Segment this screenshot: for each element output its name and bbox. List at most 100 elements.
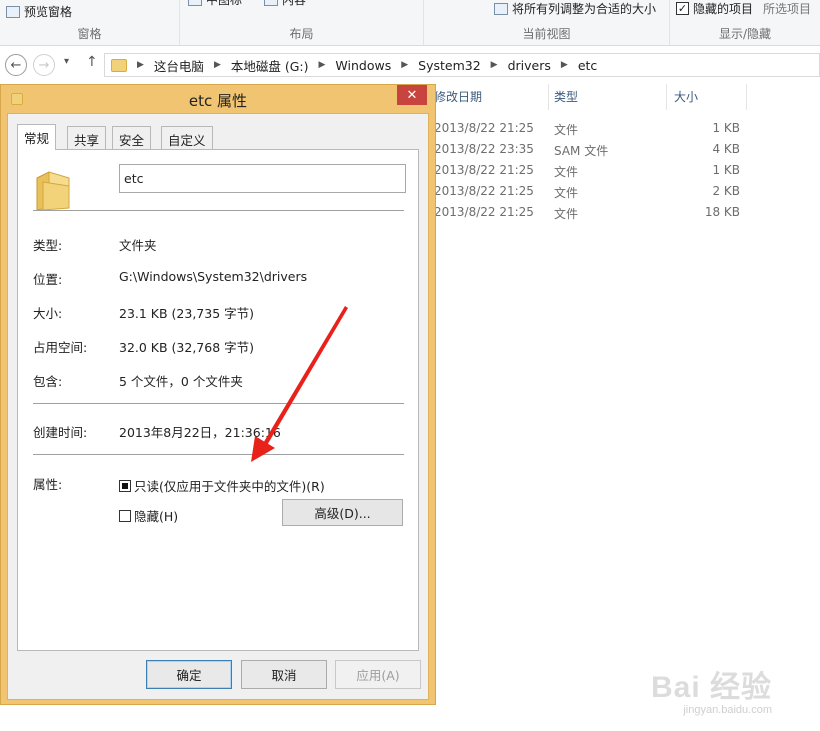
file-size: 1 KB (712, 163, 740, 177)
file-row[interactable]: 2013/8/22 23:35 SAM 文件 4 KB (434, 142, 754, 160)
file-row[interactable]: 2013/8/22 21:25 文件 18 KB (434, 205, 754, 223)
file-type: 文件 (554, 123, 579, 137)
breadcrumb-windows[interactable]: Windows (335, 58, 391, 73)
back-button[interactable]: ← (5, 54, 27, 76)
chevron-right-icon: ▶ (137, 60, 144, 70)
breadcrumb-etc[interactable]: etc (578, 58, 597, 73)
baidu-watermark: Bai 经验 jingyan.baidu.com (651, 662, 772, 716)
created-value: 2013年8月22日，21:36:16 (119, 425, 281, 440)
layout-content-button[interactable]: 内容 (264, 0, 306, 8)
size-columns-icon (494, 2, 508, 15)
file-type: 文件 (554, 186, 579, 200)
content-view-icon (264, 0, 278, 6)
tab-sharing[interactable]: 共享 (67, 126, 107, 149)
close-button[interactable]: ✕ (397, 85, 427, 105)
folder-icon (111, 58, 127, 72)
chevron-right-icon: ▶ (560, 60, 568, 70)
up-button[interactable]: ↑ (86, 54, 98, 70)
breadcrumb-local-disk[interactable]: 本地磁盘 (G:) (231, 56, 309, 75)
column-header-type[interactable]: 类型 (554, 88, 578, 110)
disk-size-value: 32.0 KB (32,768 字节) (119, 340, 255, 355)
file-modified: 2013/8/22 21:25 (434, 121, 534, 135)
created-label: 创建时间: (33, 425, 88, 440)
column-divider[interactable] (666, 84, 667, 110)
ribbon: 预览窗格 窗格 中图标 内容 布局 将所有列调整为合适的大小 当前视图 ✓ 隐藏… (0, 0, 820, 46)
chevron-right-icon: ▶ (401, 60, 409, 70)
tab-general[interactable]: 常规 (17, 124, 57, 150)
apply-button[interactable]: 应用(A) (335, 660, 421, 689)
attributes-label: 属性: (33, 477, 63, 492)
address-row: ← → ▾ ↑ ▶ 这台电脑 ▶ 本地磁盘 (G:) ▶ Windows ▶ S… (0, 50, 820, 80)
column-divider[interactable] (746, 84, 747, 110)
breadcrumb-this-pc[interactable]: 这台电脑 (154, 56, 204, 75)
breadcrumb-system32[interactable]: System32 (418, 58, 481, 73)
folder-icon (36, 171, 70, 211)
watermark-logo: Bai 经验 (650, 671, 772, 704)
file-modified: 2013/8/22 23:35 (434, 142, 534, 156)
disk-size-label: 占用空间: (33, 340, 88, 355)
file-modified: 2013/8/22 21:25 (434, 184, 534, 198)
arrow-up-icon: ↑ (86, 54, 98, 70)
size-label: 大小: (33, 306, 63, 321)
column-header-size[interactable]: 大小 (674, 88, 698, 110)
contains-label: 包含: (33, 374, 63, 389)
readonly-label: 只读(仅应用于文件夹中的文件)(R) (134, 479, 325, 494)
arrow-right-icon: → (38, 57, 50, 73)
column-divider[interactable] (548, 84, 549, 110)
layout-medium-icons-button[interactable]: 中图标 (188, 0, 242, 8)
recent-locations-button[interactable]: ▾ (64, 56, 69, 67)
contains-value: 5 个文件，0 个文件夹 (119, 374, 243, 389)
preview-pane-button[interactable]: 预览窗格 (6, 3, 72, 20)
file-row[interactable]: 2013/8/22 21:25 文件 1 KB (434, 163, 754, 181)
folder-name-input[interactable]: etc (119, 164, 406, 193)
medium-icons-icon (188, 0, 202, 6)
ribbon-group-label: 布局 (289, 27, 314, 41)
file-modified: 2013/8/22 21:25 (434, 205, 534, 219)
advanced-button[interactable]: 高级(D)... (282, 499, 403, 526)
checkbox-checked-icon: ✓ (676, 2, 689, 15)
tab-customize[interactable]: 自定义 (161, 126, 213, 149)
dialog-body: 常规 共享 安全 自定义 etc 类型: 文件夹 位置: G:\Windows\… (7, 113, 429, 700)
dialog-titlebar[interactable]: etc 属性 ✕ (1, 85, 435, 113)
dialog-title: etc 属性 (188, 92, 248, 110)
breadcrumb-drivers[interactable]: drivers (508, 58, 551, 73)
divider (33, 403, 404, 404)
properties-dialog: etc 属性 ✕ 常规 共享 安全 自定义 etc 类型: 文件夹 位置: G:… (0, 84, 436, 705)
location-label: 位置: (33, 272, 63, 287)
divider (33, 210, 404, 211)
file-type: SAM 文件 (554, 144, 609, 158)
hidden-items-checkbox[interactable]: ✓ 隐藏的项目 所选项目 (676, 0, 811, 17)
hidden-checkbox[interactable]: 隐藏(H) (119, 506, 178, 525)
file-type: 文件 (554, 207, 579, 221)
readonly-checkbox[interactable]: 只读(仅应用于文件夹中的文件)(R) (119, 476, 325, 495)
file-size: 4 KB (712, 142, 740, 156)
file-size: 1 KB (712, 121, 740, 135)
file-size: 18 KB (704, 205, 740, 219)
chevron-right-icon: ▶ (213, 60, 221, 70)
hidden-label: 隐藏(H) (134, 509, 179, 524)
preview-pane-icon (6, 5, 20, 18)
file-row[interactable]: 2013/8/22 21:25 文件 2 KB (434, 184, 754, 202)
forward-button[interactable]: → (33, 54, 55, 76)
arrow-left-icon: ← (10, 57, 22, 73)
divider (33, 454, 404, 455)
ok-button[interactable]: 确定 (146, 660, 232, 689)
tab-security[interactable]: 安全 (112, 126, 152, 149)
file-row[interactable]: 2013/8/22 21:25 文件 1 KB (434, 121, 754, 139)
file-modified: 2013/8/22 21:25 (434, 163, 534, 177)
ribbon-group-layout: 中图标 内容 布局 (180, 0, 424, 46)
size-all-columns-button[interactable]: 将所有列调整为合适的大小 (494, 0, 656, 17)
ribbon-group-show-hide: ✓ 隐藏的项目 所选项目 显示/隐藏 (670, 0, 820, 46)
chevron-right-icon: ▶ (318, 60, 326, 70)
column-header-modified[interactable]: 修改日期 (434, 88, 482, 110)
ribbon-group-label: 窗格 (77, 27, 102, 41)
checkbox-unchecked-icon (119, 509, 131, 522)
selected-items-label: 所选项目 (763, 2, 812, 16)
chevron-down-icon: ▾ (64, 56, 70, 67)
cancel-button[interactable]: 取消 (241, 660, 327, 689)
ribbon-group-label: 当前视图 (522, 27, 571, 41)
close-icon: ✕ (406, 87, 418, 103)
file-size: 2 KB (712, 184, 740, 198)
ribbon-group-label: 显示/隐藏 (718, 27, 772, 41)
address-bar[interactable]: ▶ 这台电脑 ▶ 本地磁盘 (G:) ▶ Windows ▶ System32 … (104, 53, 820, 77)
